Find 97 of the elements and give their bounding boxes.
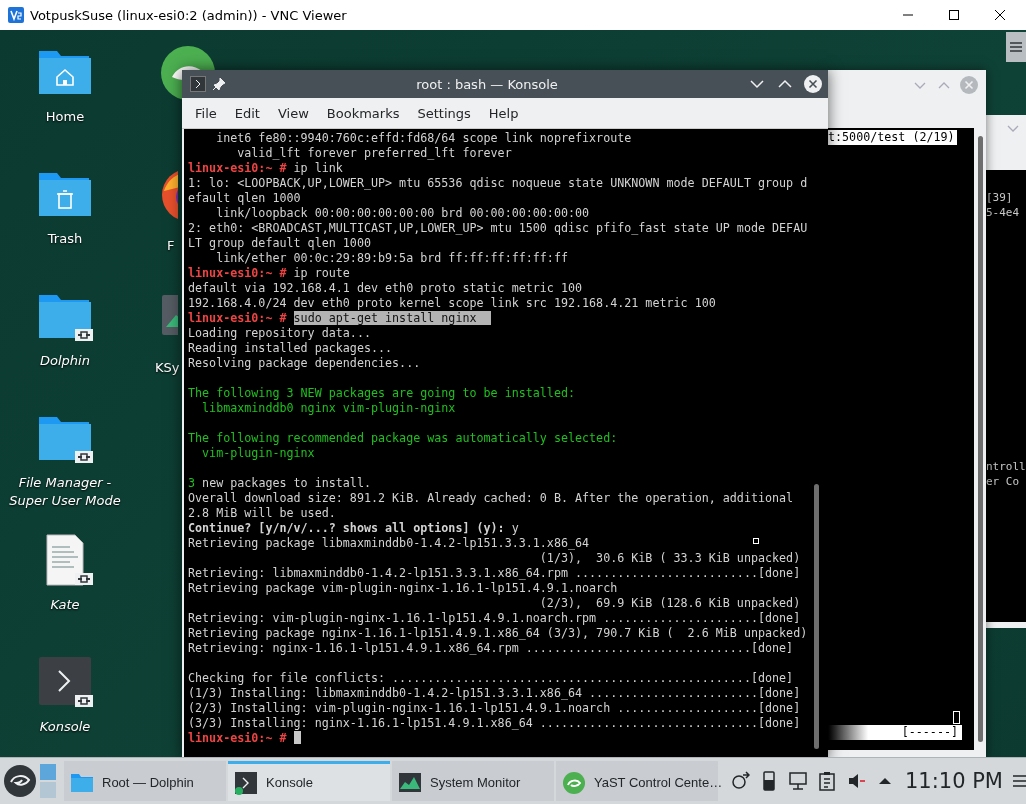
icon-label: Konsole	[38, 718, 92, 736]
text-cursor	[953, 711, 960, 724]
clipboard-icon	[817, 771, 837, 791]
package-count: 3	[188, 476, 196, 490]
close-icon	[960, 76, 978, 94]
taskbar-item[interactable]: System Monitor	[392, 761, 554, 801]
menu-item[interactable]: View	[268, 100, 318, 126]
terminal-line: Retrieving: nginx-1.16.1-lp151.4.9.1.x86_64.rpm ................................[done]	[188, 641, 794, 655]
terminal-icon	[37, 655, 93, 710]
scrollbar-thumb[interactable]	[978, 136, 983, 742]
volume-muted-icon	[846, 771, 866, 791]
terminal-line: Retrieving package nginx-1.16.1-lp151.4.9.1.x86_64 (3/3), 790.7 KiB ( 2.6 MiB unpacked)	[188, 626, 808, 640]
terminal-line: Retrieving: vim-plugin-nginx-1.16.1-lp151.4.9.1.noarch.rpm ......................[done]	[188, 611, 801, 625]
terminal-line: er Co	[986, 474, 1021, 489]
terminal-icon	[190, 76, 206, 92]
close-icon	[994, 9, 1006, 21]
mouse-pointer	[753, 538, 759, 544]
terminal-line: Retrieving package vim-plugin-nginx-1.16.1-lp151.4.9.1.noarch	[188, 581, 618, 595]
icon-label: Trash	[46, 230, 84, 248]
menu-icon	[1013, 775, 1026, 787]
wired-network-icon	[788, 771, 808, 791]
terminal-line: Retrieving: libmaxminddb0-1.4.2-lp151.3.3.1.x86_64.rpm ..........................[done]	[188, 566, 801, 580]
terminal-line: 5-4e4	[986, 205, 1021, 220]
desktop-menu-button[interactable]	[1006, 32, 1026, 62]
close-icon	[804, 75, 822, 93]
scrollbar-thumb[interactable]	[814, 484, 819, 749]
icon-label: File Manager - Super User Mode	[8, 474, 122, 510]
icon-label: Home	[44, 108, 86, 126]
terminal-line: efault qlen 1000	[188, 191, 301, 205]
terminal-line: new packages to install.	[202, 476, 371, 490]
clock: 11:10 PM	[905, 769, 1003, 793]
terminal-line: (1/3), 30.6 KiB ( 33.3 KiB unpacked)	[538, 551, 801, 565]
menu-item[interactable]: Bookmarks	[317, 100, 409, 126]
taskbar-item[interactable]: Konsole	[228, 761, 390, 801]
terminal-line: Reading installed packages...	[188, 341, 393, 355]
terminal-line: Continue? [y/n/v/...? shows all options] (y): y	[188, 521, 519, 535]
app-icon	[562, 770, 586, 795]
terminal-line: Checking for file conflicts: ...................................................[done]	[188, 671, 794, 685]
command-text: ip route	[293, 266, 350, 280]
terminal-line: The following 3 NEW packages are going to be installed:	[188, 386, 575, 400]
terminal-line: libmaxminddb0 nginx vim-plugin-nginx	[201, 401, 456, 415]
terminal-line: valid_lft forever preferred_lft forever	[236, 146, 512, 160]
taskbar-item[interactable]: Root — Dolphin	[64, 761, 226, 801]
command-text: sudo apt-get install nginx	[293, 311, 491, 325]
network-icon	[730, 771, 750, 791]
terminal-line: LT group default qlen 1000	[188, 236, 371, 250]
close-button[interactable]	[804, 75, 822, 93]
network-button[interactable]	[730, 771, 750, 791]
shell-prompt: linux-esi0:~ #	[188, 266, 287, 280]
menu-item[interactable]: Edit	[225, 100, 269, 126]
terminal-icon	[234, 770, 258, 795]
vnc-app-icon	[8, 7, 24, 23]
terminal-line: 2: eth0: <BROADCAST,MULTICAST,UP,LOWER_UP> mtu 1500 qdisc pfifo_fast state UP mode DEFAU	[188, 221, 808, 235]
icon-label: Kate	[49, 596, 81, 614]
menu-icon	[1010, 42, 1023, 52]
wired-network-button[interactable]	[788, 771, 808, 791]
clipboard-button[interactable]	[817, 771, 837, 791]
pin-icon	[212, 77, 226, 91]
terminal-line: (2/3) Installing: vim-plugin-nginx-1.16.1-lp151.4.9.1.noarch ....................[done]	[188, 701, 801, 715]
terminal-line: The following recommended package was automatically selected:	[188, 431, 618, 445]
window-title: root : bash — Konsole	[415, 76, 559, 92]
terminal-line: Resolving package dependencies...	[188, 356, 421, 370]
window-title: VotpuskSuse (linux-esi0:2 (admin)) - VNC Viewer	[30, 7, 347, 23]
terminal-line: ntroll	[986, 459, 1026, 474]
terminal-line: 192.168.4.0/24 dev eth0 proto kernel scope link src 192.168.4.21 metric 100	[188, 296, 716, 310]
terminal-line: vim-plugin-nginx	[201, 446, 315, 460]
terminal-line: link/ether 00:0c:29:89:b9:5a brd ff:ff:ff:ff:ff:ff	[215, 251, 568, 265]
shell-prompt: linux-esi0:~ #	[188, 731, 287, 745]
shell-prompt: linux-esi0:~ #	[188, 311, 287, 325]
menu-item[interactable]: File	[186, 100, 226, 126]
pin-button[interactable]	[212, 77, 226, 91]
shell-prompt: linux-esi0:~ #	[188, 161, 287, 175]
menu-item[interactable]: Help	[479, 100, 528, 126]
terminal-line: (1/3) Installing: libmaxminddb0-1.4.2-lp151.3.3.1.x86_64 ........................[done]	[188, 686, 801, 700]
menu-item[interactable]: Settings	[408, 100, 480, 126]
terminal-line: Overall download size: 891.2 KiB. Already cached: 0 B. After the operation, additional	[188, 491, 794, 505]
volume-muted-button[interactable]	[846, 771, 866, 791]
terminal-line: inet6 fe80::9940:760c:effd:fd68/64 scope link noprefixroute	[215, 131, 632, 145]
terminal-line: 2.8 MiB will be used.	[188, 506, 336, 520]
desktop-pager-icon	[40, 764, 56, 798]
terminal-line: (3/3) Installing: nginx-1.16.1-lp151.4.9.1.x86_64 ...............................[done]	[188, 716, 801, 730]
terminal-line: [39]	[986, 190, 1014, 205]
terminal-line: link/loopback 00:00:00:00:00:00 brd 00:00:00:00:00:00	[215, 206, 590, 220]
icon-label: F	[167, 238, 175, 253]
command-text: ip link	[293, 161, 343, 175]
terminal-line: (2/3), 69.9 KiB (128.6 KiB unpacked)	[538, 596, 801, 610]
panel-menu-button[interactable]	[1013, 775, 1026, 787]
icon-label: KSy	[155, 360, 180, 375]
terminal-line: Loading repository data...	[188, 326, 371, 340]
icon-label: Dolphin	[39, 352, 91, 370]
terminal-line: 1: lo: <LOOPBACK,UP,LOWER_UP> mtu 65536 qdisc noqueue state UNKNOWN mode DEFAULT group d	[188, 176, 808, 190]
progress-text: [------]	[828, 725, 962, 740]
terminal-line: default via 192.168.4.1 dev eth0 proto static metric 100	[188, 281, 583, 295]
maximize-icon	[948, 9, 960, 21]
terminal-line: Retrieving package libmaxminddb0-1.4.2-lp151.3.3.1.x86_64	[188, 536, 590, 550]
gecko-logo-icon	[4, 765, 36, 797]
monitor-icon	[398, 770, 422, 795]
